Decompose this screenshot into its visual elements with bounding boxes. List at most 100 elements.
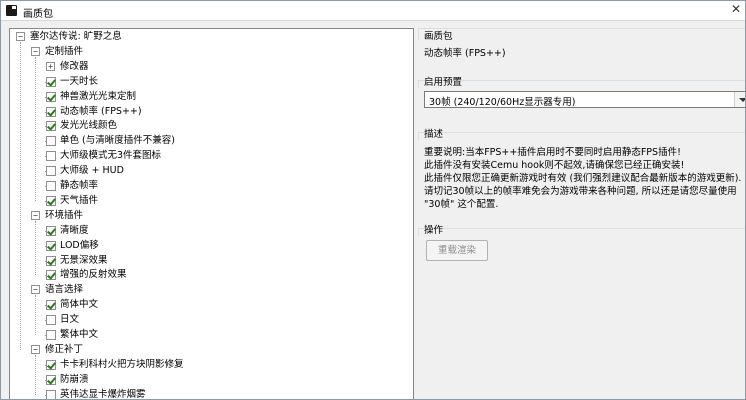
checkbox-unchecked[interactable] (46, 181, 56, 191)
checkbox-unchecked[interactable] (46, 315, 56, 326)
tree-row[interactable]: 大师级模式无3件套图标 (10, 149, 410, 163)
operation-label: 操作 (424, 225, 444, 236)
tree-row[interactable]: 增强的反射效果 (10, 268, 410, 282)
checkbox-unchecked[interactable] (46, 166, 56, 177)
window-title: 画质包 (23, 9, 53, 20)
operation-section-frame (418, 228, 745, 236)
preset-label: 启用预置 (424, 77, 463, 88)
collapse-icon[interactable]: − (31, 285, 40, 295)
tree-row[interactable]: 日文 (10, 313, 410, 327)
checkbox-unchecked[interactable] (46, 151, 56, 162)
selected-plugin-name: 动态帧率 (FPS++) (424, 48, 506, 59)
checkbox-checked[interactable] (46, 300, 56, 311)
tree-node-label: 塞尔达传说: 旷野之息 (30, 31, 122, 42)
checkbox-checked[interactable] (46, 106, 56, 117)
preset-select-value: 30帧 (240/120/60Hz显示器专用) (429, 97, 576, 108)
tree-item-label: 防崩溃 (60, 373, 89, 385)
tree-node-label: 定制插件 (45, 45, 84, 57)
checkbox-checked[interactable] (46, 359, 56, 370)
checkbox-checked[interactable] (46, 76, 56, 87)
reload-render-button[interactable]: 重载渲染 (426, 240, 488, 261)
tree-row[interactable]: 发光光线颜色 (10, 119, 410, 133)
tree-item-label: 大师级模式无3件套图标 (60, 150, 162, 162)
checkbox-unchecked[interactable] (46, 330, 56, 340)
tree-item-label: 动态帧率 (FPS++) (60, 105, 142, 117)
tree-row[interactable]: − 定制插件 (10, 45, 410, 59)
tree-item-label: 卡卡利科村火把方块阴影修复 (60, 358, 184, 370)
description-line: 重要说明:当本FPS++插件启用时不要同时启用静态FPS插件! (424, 147, 681, 158)
details-heading: 画质包 (424, 31, 453, 42)
checkbox-checked[interactable] (46, 121, 56, 132)
checkbox-checked[interactable] (46, 195, 56, 206)
tree-item-label: LOD偏移 (60, 239, 99, 251)
tree-guide-line (35, 56, 36, 201)
tree-row[interactable]: 英伟达显卡爆炸烟雾 (10, 388, 410, 400)
tree-row[interactable]: 一天时长 (10, 75, 410, 89)
description-label: 描述 (424, 129, 444, 140)
close-button[interactable]: ✕ (725, 1, 745, 19)
tree-node-label: 修改器 (60, 60, 89, 72)
tree-row[interactable]: 天气插件 (10, 194, 410, 208)
checkbox-checked[interactable] (46, 374, 56, 385)
description-line: 此插件仅限您正确更新游戏时有效 (我们强烈建议配合最新版本的游戏更新). (424, 173, 742, 184)
tree-item-label: 一天时长 (60, 75, 99, 87)
tree-row[interactable]: 清晰度 (10, 224, 410, 238)
tree-node-label: 修正补丁 (45, 343, 84, 355)
tree-row[interactable]: 动态帧率 (FPS++) (10, 105, 410, 119)
checkbox-checked[interactable] (46, 240, 56, 251)
tree-row[interactable]: 繁体中文 (10, 328, 410, 342)
tree-row[interactable]: − 环境插件 (10, 209, 410, 223)
tree-row[interactable]: 无景深效果 (10, 254, 410, 268)
tree-guide-line (35, 295, 36, 335)
collapse-icon[interactable]: − (31, 344, 40, 354)
tree-item-label: 繁体中文 (60, 329, 99, 340)
collapse-icon[interactable]: − (31, 210, 40, 220)
tree-row[interactable]: 简体中文 (10, 298, 410, 312)
tree-item-label: 清晰度 (60, 224, 89, 236)
tree-row[interactable]: 卡卡利科村火把方块阴影修复 (10, 358, 410, 372)
collapse-icon[interactable]: − (16, 32, 25, 41)
tree-row[interactable]: 防崩溃 (10, 373, 410, 387)
tree-item-label: 日文 (60, 314, 80, 326)
tree-item-label: 增强的反射效果 (60, 269, 127, 281)
tree-row[interactable]: 神兽激光光束定制 (10, 90, 410, 104)
tree-row[interactable]: 单色 (与清晰度插件不兼容) (10, 134, 410, 148)
tree-guide-line (20, 42, 21, 350)
tree-guide-line (35, 354, 36, 395)
tree-guide-line (35, 220, 36, 276)
tree-node-label: 语言选择 (45, 284, 84, 296)
tree-row[interactable]: − 修正补丁 (10, 343, 410, 357)
tree-node-label: 环境插件 (45, 209, 84, 221)
tree-row[interactable]: 大师级 + HUD (10, 164, 410, 178)
tree-item-label: 发光光线颜色 (60, 120, 118, 132)
tree-item-label: 神兽激光光束定制 (60, 90, 137, 102)
tree-item-label: 无景深效果 (60, 254, 108, 266)
tree-row[interactable]: LOD偏移 (10, 239, 410, 253)
tree-row[interactable]: 静态帧率 (10, 179, 410, 193)
checkbox-unchecked[interactable] (46, 389, 56, 399)
preset-section-frame (418, 80, 745, 88)
settings-tree[interactable]: − 塞尔达传说: 旷野之息 − 定制插件 + 修改器 一天时长 神兽激光光束定制 动态帧率 (F… (9, 28, 414, 400)
checkbox-checked[interactable] (46, 270, 56, 281)
description-section-frame (418, 132, 745, 140)
tree-item-label: 静态帧率 (60, 180, 99, 191)
details-section-frame (418, 28, 745, 40)
tree-item-label: 英伟达显卡爆炸烟雾 (60, 388, 146, 400)
checkbox-checked[interactable] (46, 225, 56, 236)
description-line: "30帧" 这个配置. (424, 199, 499, 210)
tree-item-label: 单色 (与清晰度插件不兼容) (60, 135, 175, 147)
checkbox-checked[interactable] (46, 255, 56, 266)
expand-icon[interactable]: + (46, 61, 55, 71)
title-bar: 画质包 ✕ (1, 1, 745, 21)
tree-row[interactable]: − 语言选择 (10, 283, 410, 297)
description-line: 请切记30帧以上的帧率难免会为游戏带来各种问题, 所以还是请您尽量使用 (424, 186, 737, 197)
preset-select[interactable]: 30帧 (240/120/60Hz显示器专用) (424, 91, 745, 108)
tree-item-label: 大师级 + HUD (60, 165, 124, 177)
tree-row[interactable]: − 塞尔达传说: 旷野之息 (10, 30, 410, 44)
collapse-icon[interactable]: − (31, 46, 40, 56)
tree-row[interactable]: + 修改器 (10, 60, 410, 74)
chevron-down-icon[interactable] (734, 92, 745, 107)
checkbox-checked[interactable] (46, 91, 56, 102)
app-icon (6, 5, 17, 16)
checkbox-unchecked[interactable] (46, 136, 56, 147)
